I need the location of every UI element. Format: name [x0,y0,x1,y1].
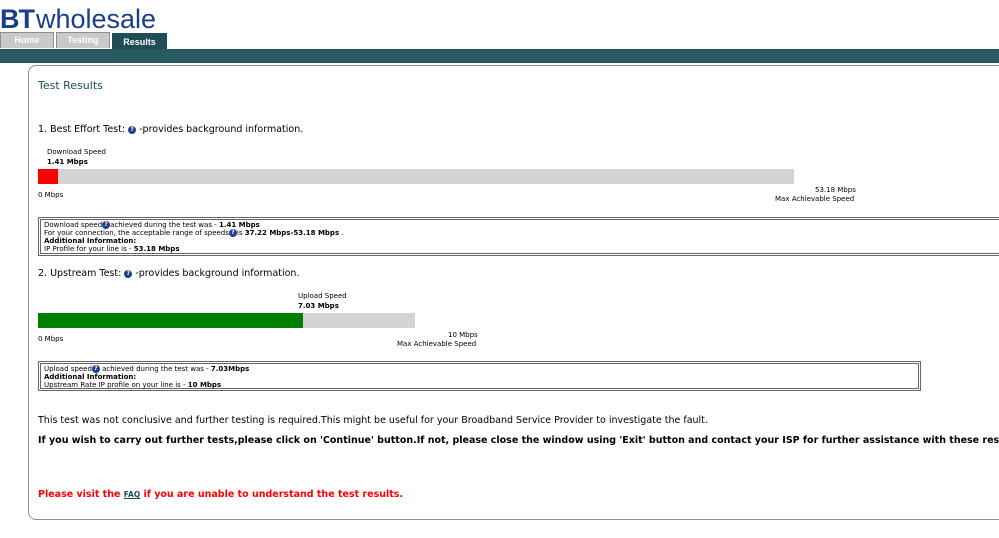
download-progress-track [38,169,794,184]
help-icon[interactable]: ? [228,229,237,237]
download-info-line2: For your connection, the acceptable rang… [44,229,344,237]
upload-speed-label: Upload Speed [298,292,347,300]
tab-home[interactable]: Home [0,32,54,48]
upload-max-value: 10 Mbps [448,331,478,339]
download-max-label: Max Achievable Speed [775,195,855,203]
faq-message: Please visit the FAQ if you are unable t… [38,489,404,500]
download-speed-value: 1.41 Mbps [47,158,88,166]
upload-progress-fill [38,313,304,328]
download-max-value: 53.18 Mbps [815,186,856,194]
upload-speed-value: 7.03 Mbps [298,302,339,310]
download-min-label: 0 Mbps [38,191,64,199]
help-icon[interactable]: ? [102,221,111,229]
upload-info-box: Upload speed? achieved during the test w… [38,361,921,391]
download-info-line1: Download speed? achieved during the test … [44,221,260,229]
upload-info-line3: Upstream Rate IP profile on your line is… [44,381,222,389]
bt-wholesale-logo: BTwholesale [0,4,157,34]
download-speed-label: Download Speed [47,148,106,156]
page-title: Test Results [38,79,103,92]
tab-results[interactable]: Results [112,33,167,50]
upload-info-line2: Additional Information: [44,373,137,381]
instructions-message: If you wish to carry out further tests,p… [38,435,999,446]
download-progress-fill [38,169,59,184]
upload-info-line1: Upload speed? achieved during the test w… [44,365,250,373]
download-info-line4: IP Profile for your line is - 53.18 Mbps [44,245,180,253]
upstream-heading: 2. Upstream Test: ? -provides background… [38,268,300,279]
header-band [0,49,999,63]
faq-link[interactable]: FAQ [124,490,140,499]
tab-testing[interactable]: Testing [56,32,110,48]
help-icon[interactable]: ? [128,126,137,134]
download-info-box: Download speed? achieved during the test … [38,217,999,256]
inconclusive-message: This test was not conclusive and further… [38,415,708,426]
upload-min-label: 0 Mbps [38,335,64,343]
download-info-line3: Additional Information: [44,237,137,245]
help-icon[interactable]: ? [91,365,100,373]
best-effort-heading: 1. Best Effort Test: ? -provides backgro… [38,124,304,135]
upload-max-label: Max Achievable Speed [397,340,477,348]
